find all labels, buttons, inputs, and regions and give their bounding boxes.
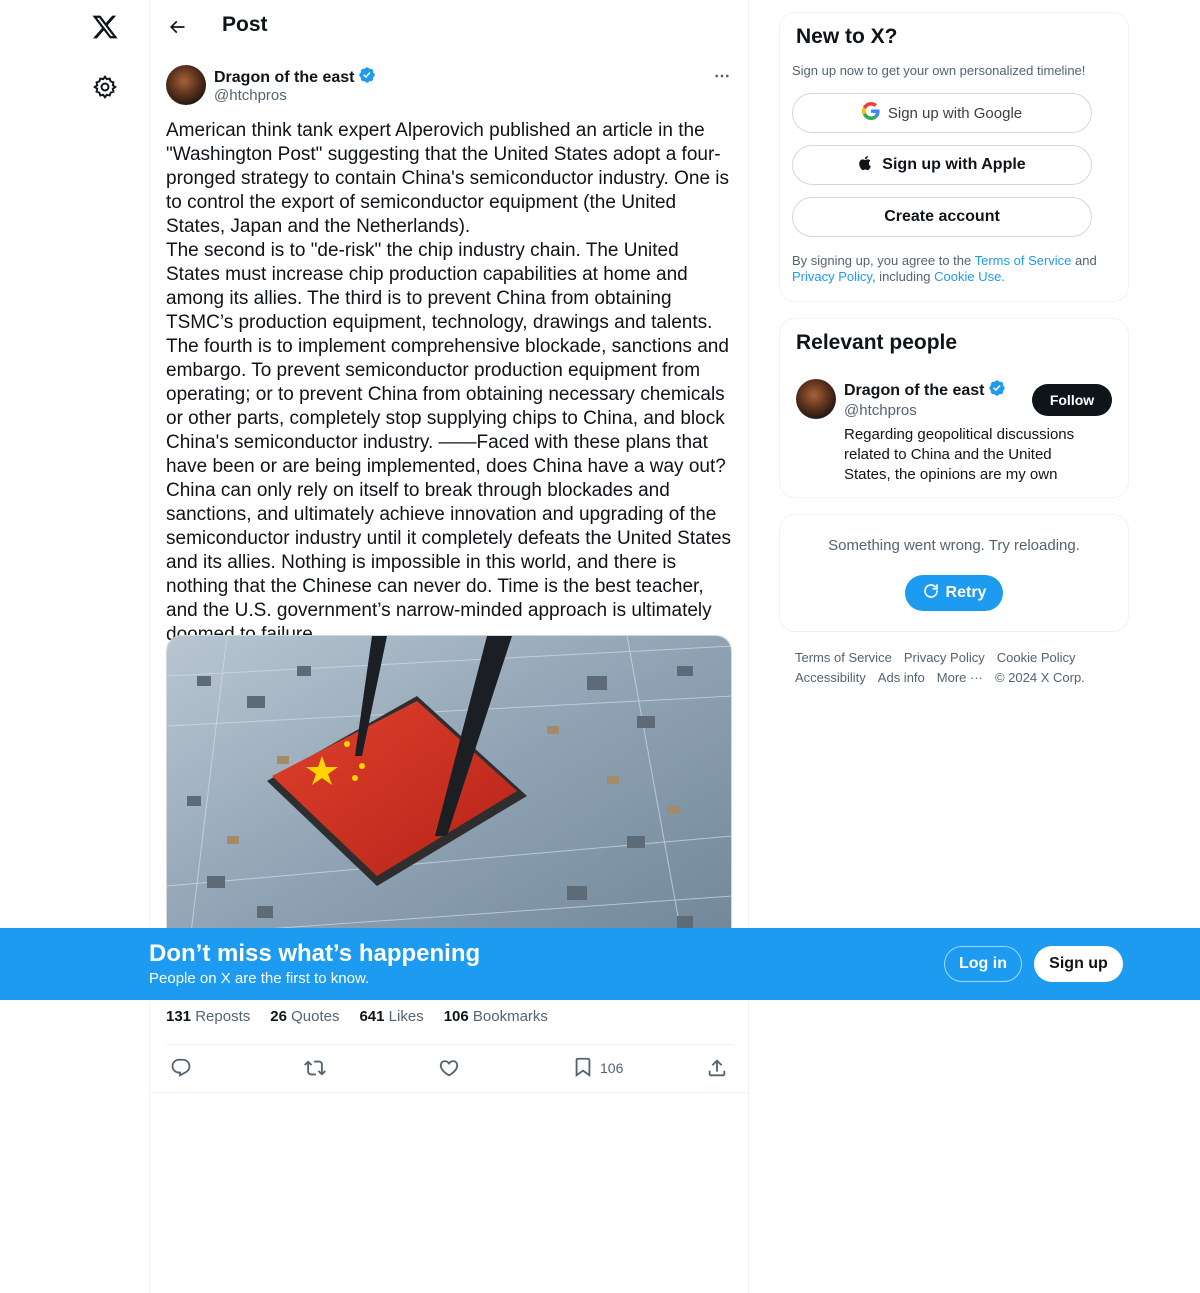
privacy-link[interactable]: Privacy Policy [792,269,872,284]
footer-copyright: © 2024 X Corp. [995,670,1085,685]
refresh-icon [922,582,940,605]
apple-icon [858,154,874,177]
footer-links: Terms of Service Privacy Policy Cookie Pol… [795,648,1115,688]
legal-including: , including [871,269,935,284]
person-bio: Regarding geopolitical discussions relat… [844,426,1075,483]
reply-icon[interactable] [170,1054,192,1082]
sign-up-button[interactable]: Sign up [1034,946,1123,982]
back-arrow-icon[interactable] [164,14,190,40]
x-logo-icon[interactable] [88,10,122,44]
quotes-count: 26 [270,1008,287,1025]
reposts-label: Reposts [195,1008,251,1025]
person-handle[interactable]: @htchpros [844,402,917,419]
likes-count: 641 [359,1008,385,1025]
footer-ads-link[interactable]: Ads info [878,668,925,688]
page-title: Post [222,13,268,36]
author-handle[interactable]: @htchpros [214,87,287,104]
repost-icon[interactable] [304,1054,326,1082]
verified-badge-icon [988,379,1006,402]
signup-apple-button[interactable]: Sign up with Apple [792,145,1092,185]
create-account-button[interactable]: Create account [792,197,1092,237]
post-author: Dragon of the east @htchpros [166,64,734,108]
divider [166,1044,734,1045]
bottom-bar-title: Don’t miss what’s happening [149,940,481,967]
legal-and: and [1071,253,1097,268]
signup-card-title: New to X? [796,25,898,48]
divider [150,1092,748,1093]
reposts-stat[interactable]: 131 Reposts [166,1008,250,1030]
post-stats: 131 Reposts 26 Quotes 641 Likes 106 Book… [166,1008,734,1030]
post-actions: 106 [166,1054,734,1082]
likes-stat[interactable]: 641 Likes [359,1008,423,1030]
quotes-stat[interactable]: 26 Quotes [270,1008,339,1030]
person-name-row[interactable]: Dragon of the east [844,379,1006,402]
retry-button[interactable]: Retry [905,575,1003,611]
bookmark-icon [572,1056,594,1081]
footer-terms-link[interactable]: Terms of Service [795,648,892,668]
share-icon[interactable] [706,1054,728,1082]
footer-accessibility-link[interactable]: Accessibility [795,668,866,688]
like-icon[interactable] [438,1054,460,1082]
cookie-link[interactable]: Cookie Use. [934,269,1005,284]
bookmarks-count: 106 [443,1008,469,1025]
settings-gear-icon[interactable] [90,72,120,102]
quotes-label: Quotes [291,1008,340,1025]
person-name[interactable]: Dragon of the east [844,382,984,400]
relevant-people-title: Relevant people [796,331,958,354]
post-paragraph: American think tank expert Alperovich pu… [166,120,730,237]
bottom-bar-subtitle: People on X are the first to know. [149,970,370,987]
avatar[interactable] [166,65,206,105]
log-in-button[interactable]: Log in [944,946,1022,982]
footer-privacy-link[interactable]: Privacy Policy [904,648,985,668]
follow-button[interactable]: Follow [1032,384,1112,416]
signup-legal-text: By signing up, you agree to the Terms of… [792,253,1118,285]
error-message: Something went wrong. Try reloading. [828,537,1080,554]
signup-google-button[interactable]: Sign up with Google [792,93,1092,133]
post-header: Post [150,0,748,54]
signup-apple-label: Sign up with Apple [882,156,1026,173]
left-navigation [0,0,150,1293]
terms-link[interactable]: Terms of Service [975,253,1072,268]
footer-more-link[interactable]: More ··· [937,668,983,688]
post-image[interactable] [166,635,732,965]
reposts-count: 131 [166,1008,192,1025]
main-column: Post Dragon of the east @htchpros Americ… [149,0,749,1293]
bookmarks-label: Bookmarks [472,1008,548,1025]
signup-subtitle: Sign up now to get your own personalized… [792,63,1086,78]
legal-prefix: By signing up, you agree to the [792,253,975,268]
author-name[interactable]: Dragon of the east [214,69,354,87]
likes-label: Likes [388,1008,424,1025]
post-paragraph: The second is to "de-risk" the chip indu… [166,240,732,645]
avatar[interactable] [796,379,836,419]
signup-card: New to X? Sign up now to get your own pe… [779,12,1129,302]
create-account-label: Create account [884,208,1000,225]
google-icon [861,102,880,124]
post-text: American think tank expert Alperovich pu… [166,119,734,647]
bookmark-count: 106 [600,1060,624,1076]
retry-label: Retry [945,584,987,601]
verified-badge-icon [358,66,376,89]
signup-google-label: Sign up with Google [887,104,1023,122]
relevant-people-card: Relevant people Dragon of the east @htch… [779,318,1129,498]
bookmarks-stat[interactable]: 106 Bookmarks [444,1008,548,1030]
author-name-row[interactable]: Dragon of the east [214,66,376,89]
more-dots-icon[interactable] [710,66,734,86]
login-prompt-bar: Don’t miss what’s happening People on X … [0,928,1200,1000]
footer-cookie-link[interactable]: Cookie Policy [997,648,1076,668]
bookmark-button[interactable]: 106 [572,1054,623,1082]
error-card: Something went wrong. Try reloading. Ret… [779,514,1129,632]
